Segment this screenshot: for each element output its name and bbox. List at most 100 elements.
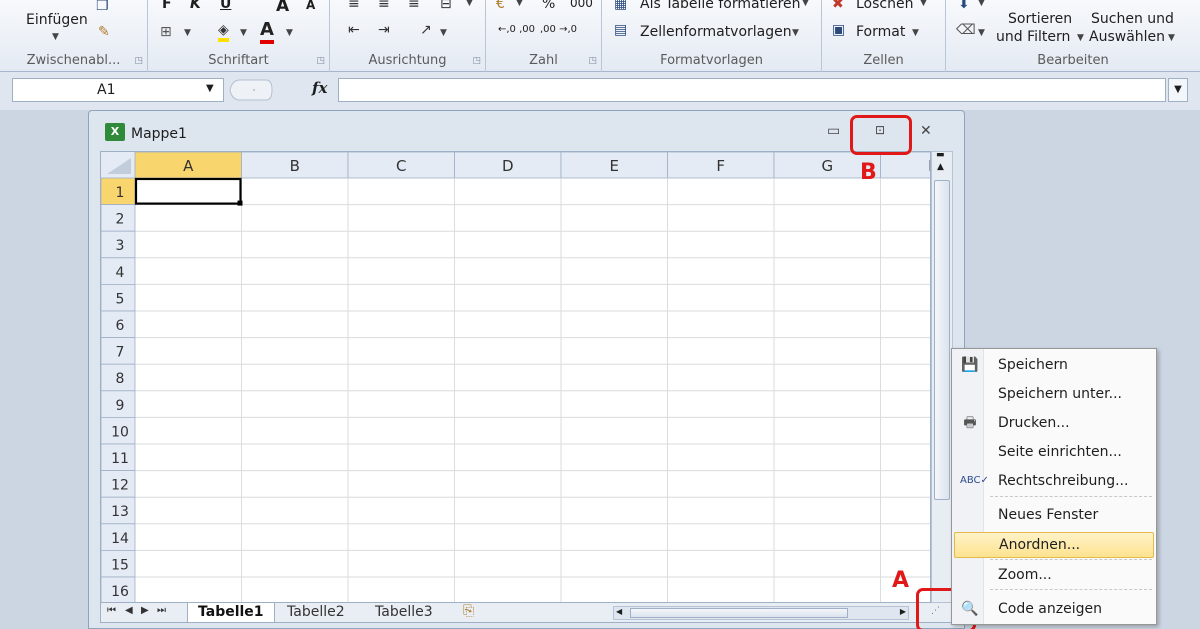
- menu-item-save[interactable]: 💾 Speichern: [954, 352, 1154, 378]
- format-button[interactable]: Format: [856, 24, 905, 40]
- name-box[interactable]: A1: [12, 78, 224, 102]
- active-cell[interactable]: [134, 177, 242, 205]
- workbook-title: Mappe1: [131, 126, 187, 142]
- fill-color-dropdown-icon[interactable]: ▼: [240, 28, 247, 38]
- grid-canvas[interactable]: ABCDEFGH12345678910111213141516: [101, 152, 931, 603]
- name-box-dropdown-icon[interactable]: ▼: [206, 83, 214, 94]
- fill-color-icon[interactable]: ◈: [218, 22, 229, 42]
- align-middle-icon[interactable]: ≡: [378, 0, 390, 12]
- prev-sheet-icon[interactable]: ◀: [125, 605, 133, 616]
- font-color-button[interactable]: A: [260, 20, 274, 44]
- menu-item-label: Speichern unter...: [998, 386, 1122, 402]
- decrease-indent-icon[interactable]: ⇤: [348, 22, 360, 38]
- row-header-label: 13: [111, 504, 129, 520]
- paste-dropdown-icon[interactable]: ▼: [52, 32, 59, 42]
- clipboard-launcher-icon[interactable]: ◳: [134, 56, 143, 66]
- format-as-table-dropdown-icon[interactable]: ▼: [802, 0, 809, 8]
- save-icon: 💾: [961, 357, 979, 373]
- first-sheet-icon[interactable]: ⏮: [107, 605, 116, 616]
- menu-item-save-as[interactable]: Speichern unter...: [954, 381, 1154, 407]
- insert-function-icon[interactable]: fx: [312, 79, 327, 97]
- scroll-right-icon[interactable]: ▶: [900, 607, 906, 616]
- insert-sheet-icon[interactable]: ⎘: [463, 603, 474, 619]
- merge-dropdown-icon[interactable]: ▼: [466, 0, 473, 8]
- fill-handle[interactable]: [237, 200, 243, 206]
- menu-item-zoom[interactable]: Zoom...: [954, 562, 1154, 588]
- font-launcher-icon[interactable]: ◳: [316, 56, 325, 66]
- menu-item-spelling[interactable]: ABC✓ Rechtschreibung...: [954, 468, 1154, 494]
- orientation-icon[interactable]: ↗: [420, 22, 432, 38]
- spellcheck-icon: ABC✓: [960, 475, 989, 486]
- borders-dropdown-icon[interactable]: ▼: [184, 28, 191, 38]
- fill-dropdown-icon[interactable]: ▼: [978, 0, 985, 8]
- format-as-table-button[interactable]: Als Tabelle formatieren: [640, 0, 801, 12]
- formula-expand-icon[interactable]: ▼: [1168, 78, 1188, 102]
- paste-button[interactable]: Einfügen: [26, 12, 88, 28]
- sheet-tab-3[interactable]: Tabelle3: [365, 603, 443, 623]
- annotation-a-label: A: [892, 568, 910, 593]
- clear-icon[interactable]: ⌫: [956, 22, 976, 38]
- borders-icon[interactable]: ⊞: [160, 24, 172, 40]
- italic-button[interactable]: K: [190, 0, 201, 12]
- align-bottom-icon[interactable]: ≡: [408, 0, 420, 12]
- grow-font-button[interactable]: A: [276, 0, 289, 16]
- find-select-line1[interactable]: Suchen und: [1091, 11, 1174, 27]
- close-icon[interactable]: ✕: [920, 123, 932, 139]
- menu-item-label: Code anzeigen: [998, 601, 1102, 617]
- sort-filter-line1[interactable]: Sortieren: [1008, 11, 1072, 27]
- find-select-dropdown-icon[interactable]: ▼: [1168, 33, 1175, 43]
- scroll-left-icon[interactable]: ◀: [616, 607, 622, 616]
- thousands-button[interactable]: 000: [570, 0, 593, 10]
- underline-button[interactable]: U: [220, 0, 231, 12]
- percent-button[interactable]: %: [542, 0, 555, 12]
- increase-decimal-button[interactable]: ←,0 ,00: [498, 24, 535, 35]
- shrink-font-button[interactable]: A: [306, 0, 315, 12]
- horizontal-scroll-thumb[interactable]: [630, 608, 848, 618]
- sheet-tab-1[interactable]: Tabelle1: [187, 603, 275, 623]
- clear-dropdown-icon[interactable]: ▼: [978, 28, 985, 38]
- cell-grid[interactable]: ABCDEFGH12345678910111213141516: [100, 151, 931, 603]
- decrease-decimal-button[interactable]: ,00 →,0: [540, 24, 577, 35]
- row-header-label: 3: [116, 238, 125, 254]
- menu-item-view-code[interactable]: 🔍 Code anzeigen: [954, 596, 1154, 622]
- delete-dropdown-icon[interactable]: ▼: [920, 0, 927, 8]
- column-header-label: F: [716, 157, 725, 175]
- sort-filter-dropdown-icon[interactable]: ▼: [1077, 33, 1084, 43]
- sheet-tab-2[interactable]: Tabelle2: [277, 603, 355, 623]
- split-box-icon[interactable]: ▬: [936, 150, 945, 160]
- font-color-dropdown-icon[interactable]: ▼: [286, 28, 293, 38]
- cell-styles-button[interactable]: Zellenformatvorlagen: [640, 24, 792, 40]
- format-dropdown-icon[interactable]: ▼: [912, 28, 919, 38]
- currency-dropdown-icon[interactable]: ▼: [516, 0, 523, 8]
- vertical-scrollbar[interactable]: ▬ ▲: [931, 150, 953, 603]
- row-header-label: 12: [111, 478, 129, 494]
- column-header-H[interactable]: [880, 152, 932, 179]
- fill-icon[interactable]: ⬇: [958, 0, 970, 12]
- sort-filter-line2[interactable]: und Filtern: [996, 29, 1070, 45]
- merge-icon[interactable]: ⊟: [440, 0, 452, 12]
- scroll-up-icon[interactable]: ▲: [937, 162, 944, 172]
- bold-button[interactable]: F: [162, 0, 172, 12]
- format-painter-icon[interactable]: ✎: [98, 24, 110, 40]
- find-select-line2[interactable]: Auswählen: [1089, 29, 1165, 45]
- menu-item-page-setup[interactable]: Seite einrichten...: [954, 439, 1154, 465]
- number-launcher-icon[interactable]: ◳: [588, 56, 597, 66]
- horizontal-scrollbar[interactable]: ◀ ▶: [613, 606, 909, 620]
- vertical-scroll-thumb[interactable]: [934, 180, 950, 500]
- menu-item-arrange[interactable]: Anordnen...: [954, 532, 1154, 558]
- minimize-icon[interactable]: ▭: [827, 123, 840, 139]
- menu-item-new-window[interactable]: Neues Fenster: [954, 502, 1154, 528]
- align-top-icon[interactable]: ≡: [348, 0, 360, 12]
- formula-input[interactable]: [338, 78, 1166, 102]
- menu-item-print[interactable]: 🖶 Drucken...: [954, 410, 1154, 436]
- currency-icon[interactable]: €: [496, 0, 505, 12]
- cell-styles-dropdown-icon[interactable]: ▼: [792, 28, 799, 38]
- increase-indent-icon[interactable]: ⇥: [378, 22, 390, 38]
- last-sheet-icon[interactable]: ⏭: [157, 605, 166, 616]
- sheet-tab-bar: ⏮ ◀ ▶ ⏭ Tabelle1 Tabelle2 Tabelle3 ⎘ ◀ ▶…: [100, 603, 953, 623]
- delete-button[interactable]: Löschen: [856, 0, 913, 12]
- alignment-launcher-icon[interactable]: ◳: [472, 56, 481, 66]
- copy-icon[interactable]: ❐: [96, 0, 109, 14]
- next-sheet-icon[interactable]: ▶: [141, 605, 149, 616]
- orientation-dropdown-icon[interactable]: ▼: [440, 28, 447, 38]
